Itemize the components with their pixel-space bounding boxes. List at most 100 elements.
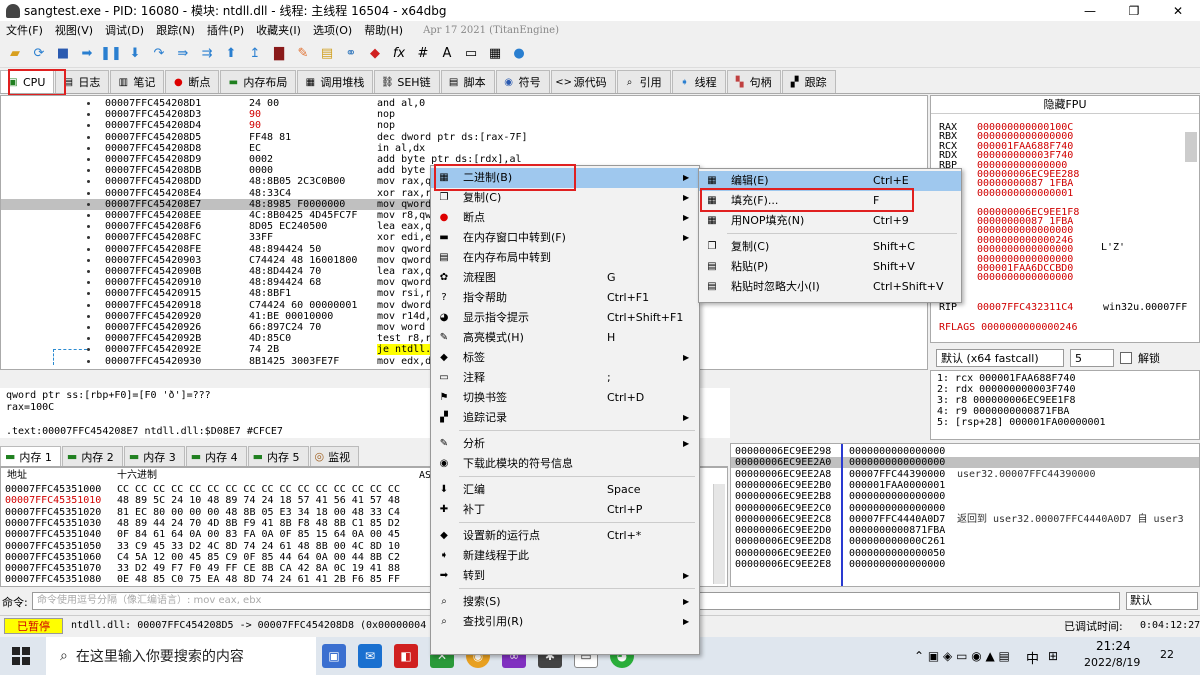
restart-icon[interactable]: ⟳	[28, 43, 50, 65]
menu-item[interactable]: ⌕ 查找引用(R) ▶	[431, 612, 699, 632]
tab-script[interactable]: ▤ 脚本	[440, 70, 495, 93]
stack-row[interactable]: 00000006EC9EE2B8 0000000000000000	[731, 491, 1199, 502]
run-icon[interactable]: ➡	[76, 43, 98, 65]
step-into-icon[interactable]: ⬇	[124, 43, 146, 65]
function-icon[interactable]: fx	[388, 43, 410, 65]
patch-toolbar-icon[interactable]: ✎	[292, 43, 314, 65]
command-type-select[interactable]: 默认	[1126, 592, 1198, 610]
menu-item[interactable]: ✎ 高亮模式(H) H	[431, 328, 699, 348]
dump-scrollbar[interactable]	[713, 484, 725, 584]
tab-dump-4[interactable]: ▬ 内存 4	[185, 446, 247, 466]
menu-item[interactable]: ▦ 填充(F)... F	[699, 191, 961, 211]
stack-row[interactable]: 00000006EC9EE2A8 00007FFC44390000 user32.0…	[731, 469, 1199, 480]
menu-item[interactable]: ❐ 复制(C) ▶	[431, 188, 699, 208]
menu-item[interactable]: ◉ 下载此模块的符号信息	[431, 454, 699, 474]
stack-arguments[interactable]: 1: rcx 000001FAA688F740 2: rdx 000000000…	[930, 370, 1200, 440]
clock-date[interactable]: 2022/8/19	[1084, 656, 1140, 669]
tab-threads[interactable]: ➧ 线程	[671, 70, 726, 93]
tab-source[interactable]: <> 源代码	[550, 70, 616, 93]
menu-item[interactable]: ▦ 编辑(E) Ctrl+E	[699, 171, 961, 191]
menu-item[interactable]: ◆ 设置新的运行点 Ctrl+*	[431, 526, 699, 546]
maximize-button[interactable]: ❐	[1112, 0, 1156, 21]
windows-start-icon[interactable]	[12, 647, 30, 665]
clock-time[interactable]: 21:24	[1096, 639, 1131, 653]
outlook-icon[interactable]: ✉	[358, 644, 382, 668]
open-folder-icon[interactable]: ▰	[4, 43, 26, 65]
disasm-row[interactable]: 00007FFC454208D4 90 nop	[1, 120, 927, 131]
menu-item[interactable]: ▦ 二进制(B) ▶	[431, 168, 699, 188]
stack-row[interactable]: 00000006EC9EE2B0 000001FAA0000001	[731, 480, 1199, 491]
calculator-icon[interactable]: ▦	[484, 43, 506, 65]
stack-row[interactable]: 00000006EC9EE298 0000000000000000	[731, 446, 1199, 457]
register-scrollbar[interactable]	[1185, 132, 1197, 162]
globe-icon[interactable]: ●	[508, 43, 530, 65]
close-button[interactable]: ✕	[1156, 0, 1200, 21]
taskbar-search[interactable]: ⌕ 在这里输入你要搜索的内容	[46, 637, 316, 675]
menu-options[interactable]: 选项(O)	[307, 22, 358, 38]
disasm-row[interactable]: 00007FFC454208D5 FF48 81 dec dword ptr ds:…	[1, 132, 927, 143]
disasm-row[interactable]: 00007FFC454208D1 24 00 and al,0	[1, 98, 927, 109]
pause-icon[interactable]: ❚❚	[100, 43, 122, 65]
menu-item[interactable]: ◕ 显示指令提示 Ctrl+Shift+F1	[431, 308, 699, 328]
input-mode-icon[interactable]: ⊞	[1048, 649, 1058, 663]
arg-count-spinner[interactable]: 5	[1070, 349, 1114, 367]
label-toolbar-icon[interactable]: ◆	[364, 43, 386, 65]
register-row[interactable]: 0000000000000000	[931, 272, 1191, 283]
hide-fpu-button[interactable]: 隐藏FPU	[931, 96, 1199, 114]
menu-item[interactable]: ▞ 追踪记录 ▶	[431, 408, 699, 428]
stack-row[interactable]: 00000006EC9EE2E0 0000000000000050	[731, 548, 1199, 559]
tab-call-stack[interactable]: ▦ 调用堆栈	[297, 70, 374, 93]
ime-indicator[interactable]: 中	[1026, 648, 1039, 667]
rip-row[interactable]: RIP 00007FFC432311C4 win32u.00007FF	[931, 302, 1199, 313]
menu-view[interactable]: 视图(V)	[49, 22, 99, 38]
tab-symbols[interactable]: ◉ 符号	[495, 70, 550, 93]
script-toolbar-icon[interactable]: ▭	[460, 43, 482, 65]
menu-item[interactable]: ▬ 在内存窗口中转到(F) ▶	[431, 228, 699, 248]
disasm-row[interactable]: 00007FFC454208D8 EC in al,dx	[1, 143, 927, 154]
minimize-button[interactable]: —	[1068, 0, 1112, 21]
menu-item[interactable]: ? 指令帮助 Ctrl+F1	[431, 288, 699, 308]
stack-row[interactable]: 00000006EC9EE2C0 0000000000000000	[731, 503, 1199, 514]
trace-over-icon[interactable]: ⇉	[196, 43, 218, 65]
tab-cpu[interactable]: ▣ CPU	[0, 70, 55, 93]
menu-item[interactable]: ➧ 新建线程于此	[431, 546, 699, 566]
menu-item[interactable]: ✚ 补丁 Ctrl+P	[431, 500, 699, 520]
menu-trace[interactable]: 跟踪(N)	[150, 22, 201, 38]
tab-log[interactable]: ▤ 日志	[55, 70, 110, 93]
tab-watch[interactable]: ◎ 监视	[309, 446, 360, 466]
unlock-checkbox[interactable]	[1120, 352, 1132, 364]
menu-item[interactable]: ◆ 标签 ▶	[431, 348, 699, 368]
menu-item[interactable]: ▤ 粘贴时忽略大小(I) Ctrl+Shift+V	[699, 277, 961, 297]
stack-row[interactable]: 00000006EC9EE2D0 0000000000871FBA	[731, 525, 1199, 536]
menu-item[interactable]: ➡ 转到 ▶	[431, 566, 699, 586]
menu-item[interactable]: ⚑ 切换书签 Ctrl+D	[431, 388, 699, 408]
menu-item[interactable]: ▤ 在内存布局中转到	[431, 248, 699, 268]
tab-dump-1[interactable]: ▬ 内存 1	[0, 446, 61, 466]
tab-dump-3[interactable]: ▬ 内存 3	[123, 446, 185, 466]
scylla-icon[interactable]: ▇	[268, 43, 290, 65]
register-panel[interactable]: 隐藏FPU RAX 000000000000100C RBX 000000000000…	[930, 95, 1200, 343]
menu-item[interactable]: ⬇ 汇编 Space	[431, 480, 699, 500]
menu-item[interactable]: ✎ 分析 ▶	[431, 434, 699, 454]
menu-item[interactable]: ▦ 用NOP填充(N) Ctrl+9	[699, 211, 961, 231]
menu-favourites[interactable]: 收藏夹(I)	[250, 22, 307, 38]
tab-trace[interactable]: ▞ 跟踪	[781, 70, 836, 93]
menu-item[interactable]: ❐ 复制(C) Shift+C	[699, 237, 961, 257]
tab-dump-2[interactable]: ▬ 内存 2	[61, 446, 123, 466]
stack-row[interactable]: 00000006EC9EE2D8 000000000000C261	[731, 536, 1199, 547]
menu-file[interactable]: 文件(F)	[0, 22, 49, 38]
tray-icons[interactable]: ⌃ ▣ ◈ ▭ ◉ ▲ ▤	[914, 649, 1010, 663]
tab-breakpoints[interactable]: ● 断点	[165, 70, 220, 93]
run-to-user-code-icon[interactable]: ↥	[244, 43, 266, 65]
stack-row[interactable]: 00000006EC9EE2C8 00007FFC4440A0D7 返回到 user…	[731, 514, 1199, 525]
disasm-row[interactable]: 00007FFC454208D9 0002 add byte ptr ds:[rdx…	[1, 154, 927, 165]
tab-memory-map[interactable]: ▬ 内存布局	[220, 70, 297, 93]
stack-row[interactable]: 00000006EC9EE2A0 0000000000000000	[731, 457, 1199, 469]
task-view-icon[interactable]: ▣	[322, 644, 346, 668]
tab-handles[interactable]: ▚ 句柄	[726, 70, 781, 93]
menu-help[interactable]: 帮助(H)	[358, 22, 409, 38]
stop-icon[interactable]: ■	[52, 43, 74, 65]
link-toolbar-icon[interactable]: ⚭	[340, 43, 362, 65]
execute-till-return-icon[interactable]: ⬆	[220, 43, 242, 65]
menu-item[interactable]: ▭ 注释;	[431, 368, 699, 388]
